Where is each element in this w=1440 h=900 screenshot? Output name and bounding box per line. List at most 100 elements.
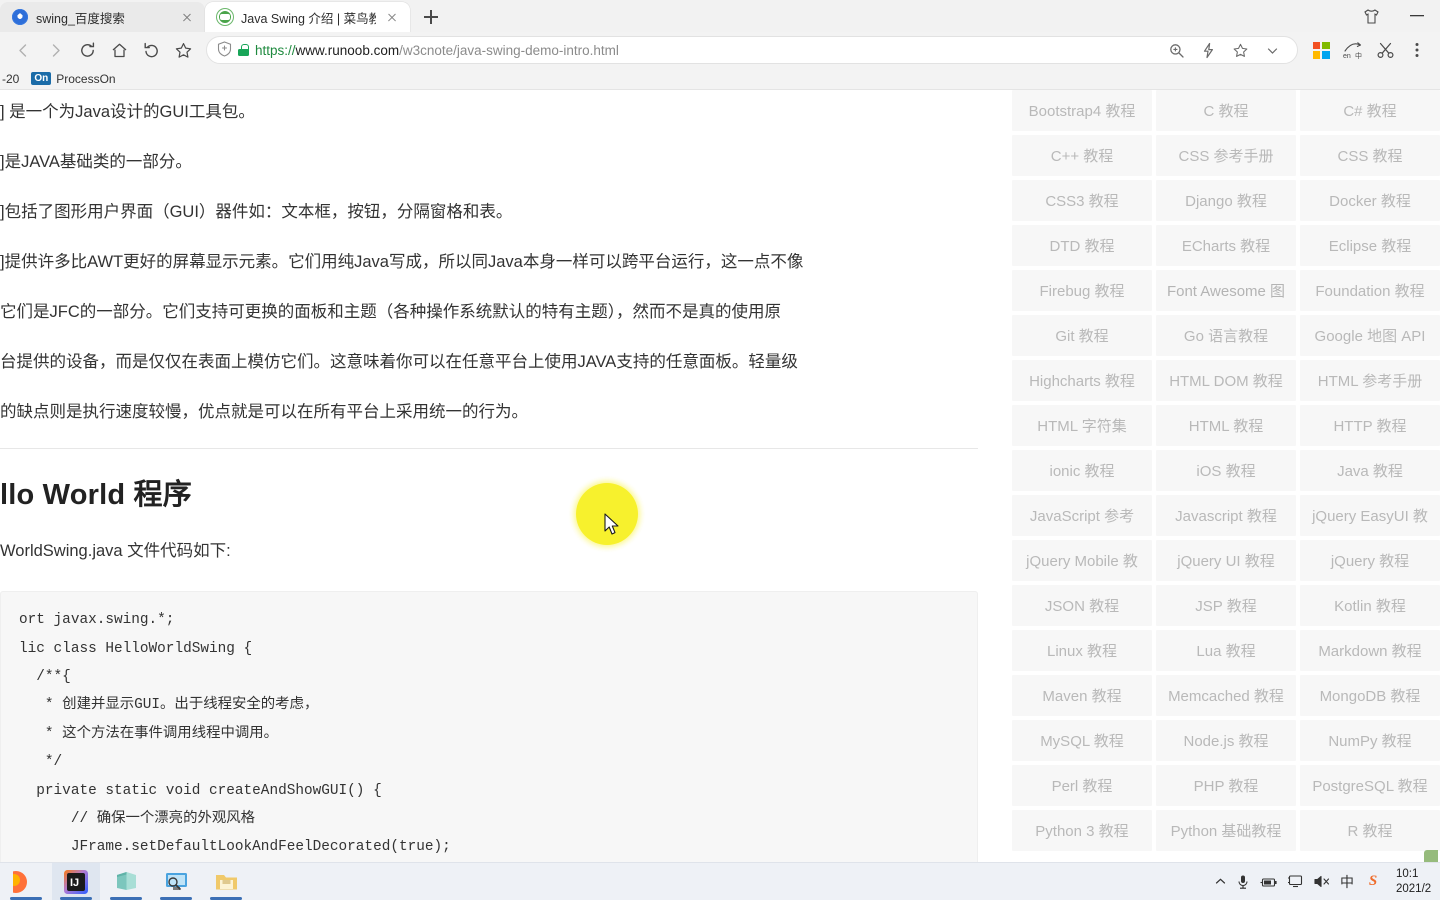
tutorial-tile[interactable]: JSON 教程 [1012,585,1152,626]
tutorial-tile[interactable]: MongoDB 教程 [1300,675,1440,716]
star-icon[interactable] [1225,37,1255,63]
tutorial-tile[interactable]: ionic 教程 [1012,450,1152,491]
address-bar[interactable]: https://www.runoob.com/w3cnote/java-swin… [206,36,1298,64]
bookmark-item-processon[interactable]: On ProcessOn [31,72,116,86]
tutorial-tile[interactable]: CSS 参考手册 [1156,135,1296,176]
back-arrow-icon[interactable] [8,35,38,65]
tutorial-tile[interactable]: Foundation 教程 [1300,270,1440,311]
lightning-icon[interactable] [1193,37,1223,63]
microsoft-grid-icon[interactable] [1306,35,1336,65]
home-icon[interactable] [104,35,134,65]
tab-title: swing_百度搜索 [36,11,125,26]
shield-plus-icon[interactable] [217,40,232,60]
tutorial-tile[interactable]: Google 地图 API [1300,315,1440,356]
browser-tab-2[interactable]: Java Swing 介绍 | 菜鸟教程 [205,2,410,32]
translate-en-cn-icon[interactable]: en 中 [1338,35,1368,65]
tutorial-tile[interactable]: PostgreSQL 教程 [1300,765,1440,806]
scissors-icon[interactable] [1370,35,1400,65]
tshirt-icon[interactable] [1348,0,1394,32]
close-icon[interactable] [384,9,400,25]
tutorial-tile[interactable]: Maven 教程 [1012,675,1152,716]
bookmark-item-0[interactable]: -20 [2,72,19,86]
battery-icon[interactable] [1259,875,1278,889]
reload-icon[interactable] [72,35,102,65]
tutorial-tile[interactable]: C 教程 [1156,90,1296,131]
tutorial-tile[interactable]: Linux 教程 [1012,630,1152,671]
new-tab-button[interactable] [418,4,444,30]
tutorial-tile[interactable]: Firebug 教程 [1012,270,1152,311]
tutorial-tile[interactable]: MySQL 教程 [1012,720,1152,761]
tutorial-tile[interactable]: HTML 参考手册 [1300,360,1440,401]
tutorial-tile[interactable]: Java 教程 [1300,450,1440,491]
close-icon[interactable] [179,9,195,25]
tutorial-tile[interactable]: Lua 教程 [1156,630,1296,671]
tutorial-tile[interactable]: jQuery 教程 [1300,540,1440,581]
tutorial-tile[interactable]: HTML 字符集 [1012,405,1152,446]
runoob-favicon [217,9,233,25]
tutorial-tile[interactable]: HTML DOM 教程 [1156,360,1296,401]
tutorial-tile[interactable]: Eclipse 教程 [1300,225,1440,266]
tutorial-tile[interactable]: Django 教程 [1156,180,1296,221]
window-controls [1348,0,1440,32]
tutorial-tile[interactable]: CSS3 教程 [1012,180,1152,221]
chevron-down-icon[interactable] [1257,37,1287,63]
tutorial-tile[interactable]: Kotlin 教程 [1300,585,1440,626]
taskbar-clock[interactable]: 10:1 2021/2 [1392,867,1436,896]
chevron-up-icon[interactable] [1214,875,1227,888]
remote-desktop-icon[interactable] [152,863,200,900]
tutorial-tile[interactable]: Go 语言教程 [1156,315,1296,356]
tutorial-tile[interactable]: Python 基础教程 [1156,810,1296,851]
forward-arrow-icon[interactable] [40,35,70,65]
tutorial-tile[interactable]: jQuery UI 教程 [1156,540,1296,581]
microphone-icon[interactable] [1236,874,1250,890]
tutorial-tile[interactable]: C++ 教程 [1012,135,1152,176]
system-tray: 中 S 10:1 2021/2 [1214,867,1440,896]
code-block[interactable]: ort javax.swing.*; lic class HelloWorldS… [0,591,978,862]
tutorial-tile[interactable]: jQuery EasyUI 教 [1300,495,1440,536]
bookmark-star-icon[interactable] [168,35,198,65]
tutorial-tile[interactable]: iOS 教程 [1156,450,1296,491]
tutorial-tile[interactable]: HTML 教程 [1156,405,1296,446]
tutorial-tile[interactable]: Javascript 教程 [1156,495,1296,536]
tutorial-tile[interactable]: C# 教程 [1300,90,1440,131]
tutorial-tile[interactable]: CSS 教程 [1300,135,1440,176]
overflow-menu-icon[interactable] [1402,35,1432,65]
speaker-muted-icon[interactable] [1313,874,1331,889]
tutorial-tile[interactable]: Docker 教程 [1300,180,1440,221]
code-line: JFrame.setDefaultLookAndFeelDecorated(tr… [19,839,451,856]
tutorial-tile[interactable]: Node.js 教程 [1156,720,1296,761]
tutorial-tile[interactable]: Markdown 教程 [1300,630,1440,671]
tutorial-tile[interactable]: HTTP 教程 [1300,405,1440,446]
tutorial-tile[interactable]: R 教程 [1300,810,1440,851]
tutorial-tile[interactable]: ECharts 教程 [1156,225,1296,266]
svg-text:en: en [1343,53,1351,60]
tutorial-tile[interactable]: JavaScript 参考 [1012,495,1152,536]
tutorial-tile[interactable]: Perl 教程 [1012,765,1152,806]
tutorial-tile[interactable]: Memcached 教程 [1156,675,1296,716]
zoom-search-icon[interactable] [1161,37,1191,63]
page-viewport[interactable]: ] 是一个为Java设计的GUI工具包。 ]是JAVA基础类的一部分。 ]包括了… [0,90,1440,862]
intellij-idea-icon[interactable]: IJ [52,863,100,900]
ime-indicator[interactable]: 中 [1340,872,1354,892]
section-divider [0,448,978,450]
tutorial-tile[interactable]: NumPy 教程 [1300,720,1440,761]
history-back-icon[interactable] [136,35,166,65]
tutorial-tile[interactable]: JSP 教程 [1156,585,1296,626]
green-side-tab[interactable] [1424,850,1438,862]
tutorial-tile[interactable]: Font Awesome 图 [1156,270,1296,311]
display-icon[interactable] [1287,874,1304,889]
tutorial-tile[interactable]: DTD 教程 [1012,225,1152,266]
file-explorer-icon[interactable] [202,863,250,900]
tutorial-tile[interactable]: Python 3 教程 [1012,810,1152,851]
tutorial-tile[interactable]: PHP 教程 [1156,765,1296,806]
tutorial-tile[interactable]: Git 教程 [1012,315,1152,356]
omnibox-actions [1161,37,1287,63]
dictionary-icon[interactable] [102,863,150,900]
tutorial-tile[interactable]: Bootstrap4 教程 [1012,90,1152,131]
tutorial-tile[interactable]: jQuery Mobile 教 [1012,540,1152,581]
browser-tab-1[interactable]: swing_百度搜索 [0,2,205,32]
tutorial-tile[interactable]: Highcharts 教程 [1012,360,1152,401]
firefox-icon[interactable] [2,863,50,900]
sogou-input-icon[interactable]: S [1363,872,1383,892]
minimize-button[interactable] [1394,0,1440,32]
